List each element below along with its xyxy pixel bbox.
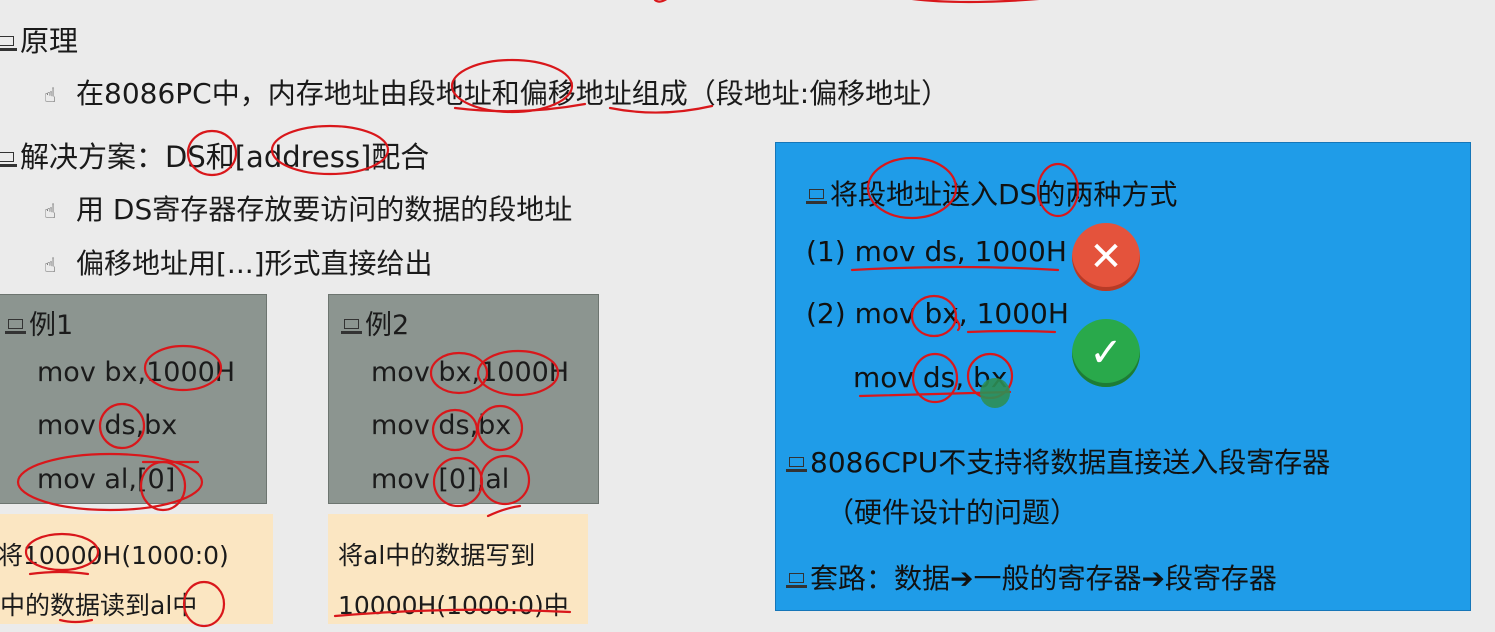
example1-note-line-1: 将10000H(1000:0) <box>0 541 229 570</box>
example2-note-line-2: 10000H(1000:0)中 <box>338 591 569 620</box>
example1-line-3: mov al,[0] <box>37 464 176 495</box>
computer-icon <box>786 572 808 589</box>
computer-icon <box>806 188 828 205</box>
segment-address-panel: 将段地址送入DS的两种方式 (1) mov ds, 1000H ✕ (2) mo… <box>775 142 1471 611</box>
solution-point-1: ☝ 用 DS寄存器存放要访问的数据的段地址 <box>44 193 573 226</box>
example2-line-1: mov bx,1000H <box>371 357 570 388</box>
heading-principle: 原理 <box>0 18 78 60</box>
heading-solution: 解决方案：DS和[address]配合 <box>0 134 429 176</box>
example1-title: 例1 <box>5 303 73 342</box>
hand-pointer-icon: ☝ <box>44 83 57 107</box>
example1-line-1: mov bx,1000H <box>37 357 236 388</box>
example2-line-2: mov ds,bx <box>371 410 512 441</box>
computer-icon <box>786 456 808 473</box>
example1-note: 将10000H(1000:0) 中的数据读到al中 <box>0 514 273 624</box>
solution-point-2: ☝ 偏移地址用[...]形式直接给出 <box>44 247 433 280</box>
pen-cursor <box>980 378 1010 408</box>
computer-icon <box>341 318 363 335</box>
panel-point-1: 8086CPU不支持将数据直接送入段寄存器 <box>786 441 1330 481</box>
example2-note-line-1: 将al中的数据写到 <box>338 541 536 570</box>
example2-line-3: mov [0],al <box>371 464 510 495</box>
computer-icon <box>0 35 18 52</box>
panel-point-1-note: （硬件设计的问题） <box>826 496 1079 529</box>
panel-point-2: 套路：数据➔一般的寄存器➔段寄存器 <box>786 557 1277 597</box>
principle-point: ☝ 在8086PC中，内存地址由段地址和偏移地址组成（段地址:偏移地址） <box>44 77 950 110</box>
example2-box: 例2 mov bx,1000H mov ds,bx mov [0],al <box>328 294 599 504</box>
hand-pointer-icon: ☝ <box>44 199 57 223</box>
hand-pointer-icon: ☝ <box>44 253 57 277</box>
panel-way-1: (1) mov ds, 1000H <box>806 235 1067 268</box>
panel-title: 将段地址送入DS的两种方式 <box>806 173 1177 213</box>
check-badge-icon: ✓ <box>1072 319 1140 387</box>
example2-note: 将al中的数据写到 10000H(1000:0)中 <box>328 514 588 624</box>
example1-note-line-2: 中的数据读到al中 <box>0 591 198 620</box>
computer-icon <box>5 318 27 335</box>
example1-box: 例1 mov bx,1000H mov ds,bx mov al,[0] <box>0 294 267 504</box>
panel-way-2-line-1: (2) mov bx, 1000H <box>806 297 1069 330</box>
computer-icon <box>0 151 18 168</box>
cross-badge-icon: ✕ <box>1072 223 1140 291</box>
example2-title: 例2 <box>341 303 409 342</box>
example1-line-2: mov ds,bx <box>37 410 178 441</box>
